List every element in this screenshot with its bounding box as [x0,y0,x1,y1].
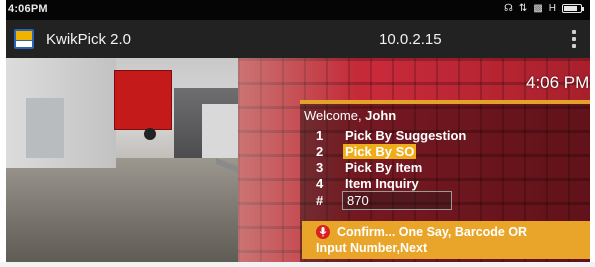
entry-label: # [316,193,324,208]
panel-divider [300,100,590,104]
device-screen: 4:06PM ☊ ⇅ ▩ H KwikPick 2.0 10.0.2.15 4:… [6,0,590,262]
app-bar: KwikPick 2.0 10.0.2.15 [6,20,590,58]
menu-item-label: Pick By Item [345,160,423,175]
headphones-icon: ☊ [504,3,513,14]
welcome-prefix: Welcome, [304,108,366,123]
welcome-message: Welcome, John [304,108,396,123]
menu-item-pick-by-so[interactable]: 2 Pick By SO [306,144,486,160]
prompt-text-line2: Input Number,Next [316,241,428,255]
signal-icon: ▩ [533,3,543,14]
status-time: 4:06PM [8,3,48,15]
microphone-icon[interactable] [316,225,330,239]
status-bar: 4:06PM ☊ ⇅ ▩ H [6,0,590,20]
app-logo-icon [14,29,34,49]
menu-item-label: Pick By SO [343,144,417,159]
data-transfer-icon: ⇅ [518,3,528,14]
screen-clock: 4:06 PM [526,73,590,92]
menu-item-number: 3 [316,160,324,175]
user-name: John [365,108,397,123]
app-title: KwikPick 2.0 [46,31,132,48]
battery-icon [562,4,584,13]
bottom-edge [0,262,595,267]
menu-item-label: Pick By Suggestion [345,128,467,143]
network-type-icon: H [548,3,556,14]
menu-item-pick-by-item[interactable]: 3 Pick By Item [306,160,486,176]
selection-input[interactable] [342,191,452,210]
menu-item-number: 2 [316,144,324,159]
menu-item-number: 4 [316,176,324,191]
menu-item-pick-by-suggestion[interactable]: 1 Pick By Suggestion [306,128,486,144]
menu-item-number: 1 [316,128,324,143]
menu-item-label: Item Inquiry [345,176,419,191]
overflow-menu-icon[interactable] [572,30,576,48]
status-icons: ☊ ⇅ ▩ H [504,3,584,14]
prompt-text-line1: Confirm... One Say, Barcode OR [337,225,528,239]
menu-item-item-inquiry[interactable]: 4 Item Inquiry [306,176,486,192]
ip-address: 10.0.2.15 [379,31,442,48]
